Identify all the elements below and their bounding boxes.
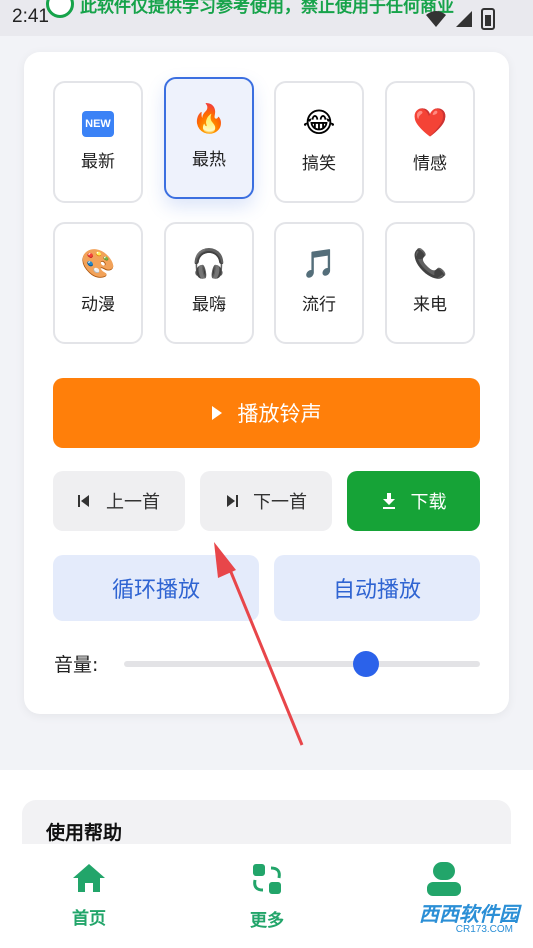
nav-more[interactable]: 更多 [212,862,322,931]
watermark-url: CR173.COM [455,924,513,935]
nav-home-label: 首页 [72,909,106,929]
help-title: 使用帮助 [46,822,123,844]
nav-home[interactable]: 首页 [34,862,144,929]
bottom-nav: 首页 更多 西西软件园 CR173.COM [0,844,533,948]
nav-more-label: 更多 [250,911,284,931]
refresh-icon [253,864,281,894]
watermark-logo: 西西软件园 [419,904,519,926]
user-icon [427,862,461,896]
home-icon [73,864,105,892]
